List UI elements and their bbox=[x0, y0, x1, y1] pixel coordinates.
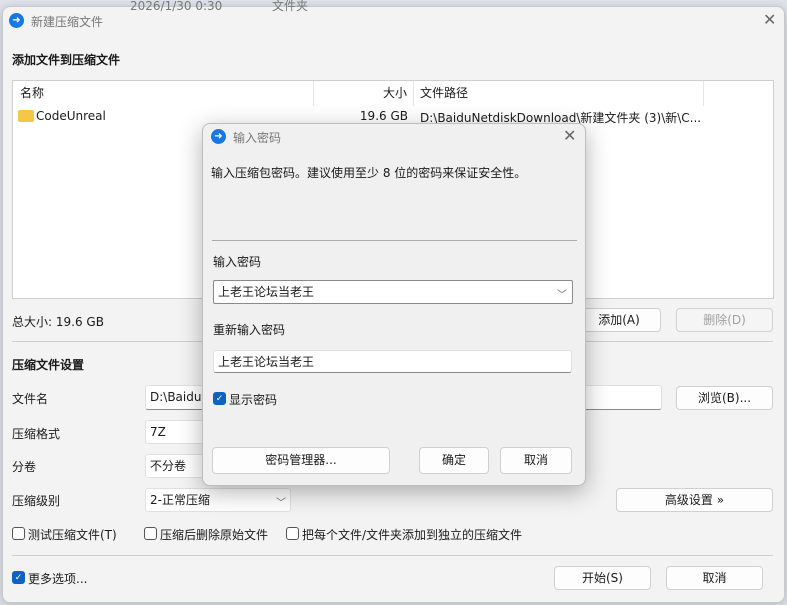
filename-label: 文件名 bbox=[12, 392, 49, 406]
browse-button[interactable]: 浏览(B)... bbox=[676, 386, 773, 410]
total-size: 总大小: 19.6 GB bbox=[12, 315, 104, 329]
delete-originals-checkbox[interactable] bbox=[144, 527, 157, 540]
ok-button[interactable]: 确定 bbox=[419, 447, 489, 474]
background-type: 文件夹 bbox=[272, 0, 309, 13]
column-header-path[interactable]: 文件路径 bbox=[414, 81, 704, 106]
separate-archives-checkbox[interactable] bbox=[286, 527, 299, 540]
file-name: CodeUnreal bbox=[36, 109, 106, 123]
start-button[interactable]: 开始(S) bbox=[554, 566, 651, 590]
settings-heading: 压缩文件设置 bbox=[12, 358, 85, 372]
add-section-heading: 添加文件到压缩文件 bbox=[12, 53, 121, 67]
folder-icon bbox=[18, 110, 34, 122]
password-manager-button[interactable]: 密码管理器... bbox=[212, 447, 390, 474]
dialog-close-icon[interactable]: ✕ bbox=[563, 126, 576, 145]
window-title: 新建压缩文件 bbox=[31, 15, 104, 29]
file-size: 19.6 GB bbox=[359, 109, 408, 123]
password-value: 上老王论坛当老王 bbox=[218, 285, 315, 299]
dialog-cancel-button[interactable]: 取消 bbox=[500, 447, 572, 474]
format-label: 压缩格式 bbox=[12, 427, 61, 441]
column-header-name[interactable]: 名称 bbox=[13, 81, 314, 106]
cancel-button[interactable]: 取消 bbox=[666, 566, 763, 590]
level-select[interactable]: 2-正常压缩 bbox=[145, 488, 291, 512]
column-header-size[interactable]: 大小 bbox=[314, 81, 414, 106]
background-date: 2026/1/30 0:30 bbox=[130, 0, 223, 13]
app-icon: ➜ bbox=[211, 129, 226, 144]
advanced-settings-button[interactable]: 高级设置 » bbox=[616, 488, 773, 512]
test-archive-checkbox[interactable] bbox=[12, 527, 25, 540]
more-options-checkbox[interactable]: ✓ bbox=[12, 571, 25, 584]
more-options-label: 更多选项... bbox=[28, 572, 88, 586]
password-combobox[interactable]: 上老王论坛当老王 bbox=[213, 280, 573, 304]
divider bbox=[12, 555, 773, 556]
dialog-title: 输入密码 bbox=[233, 131, 282, 145]
add-button[interactable]: 添加(A) bbox=[577, 308, 661, 332]
reenter-password-label: 重新输入密码 bbox=[213, 323, 286, 337]
chevron-down-icon: ﹀ bbox=[276, 498, 286, 509]
divider bbox=[212, 240, 577, 241]
volume-label: 分卷 bbox=[12, 460, 37, 474]
password-label: 输入密码 bbox=[213, 255, 262, 269]
delete-originals-label: 压缩后删除原始文件 bbox=[160, 528, 269, 542]
test-archive-label: 测试压缩文件(T) bbox=[28, 528, 117, 542]
separate-archives-label: 把每个文件/文件夹添加到独立的压缩文件 bbox=[302, 528, 523, 542]
dialog-hint: 输入压缩包密码。建议使用至少 8 位的密码来保证安全性。 bbox=[211, 166, 527, 180]
close-icon[interactable]: ✕ bbox=[763, 10, 776, 29]
level-label: 压缩级别 bbox=[12, 494, 61, 508]
app-icon: ➜ bbox=[9, 13, 24, 28]
show-password-checkbox[interactable]: ✓ bbox=[213, 392, 226, 405]
delete-button[interactable]: 删除(D) bbox=[676, 308, 773, 332]
chevron-down-icon: ﹀ bbox=[557, 290, 567, 301]
show-password-label: 显示密码 bbox=[229, 393, 278, 407]
reenter-password-input[interactable]: 上老王论坛当老王 bbox=[213, 350, 572, 373]
level-value: 2-正常压缩 bbox=[150, 493, 210, 507]
